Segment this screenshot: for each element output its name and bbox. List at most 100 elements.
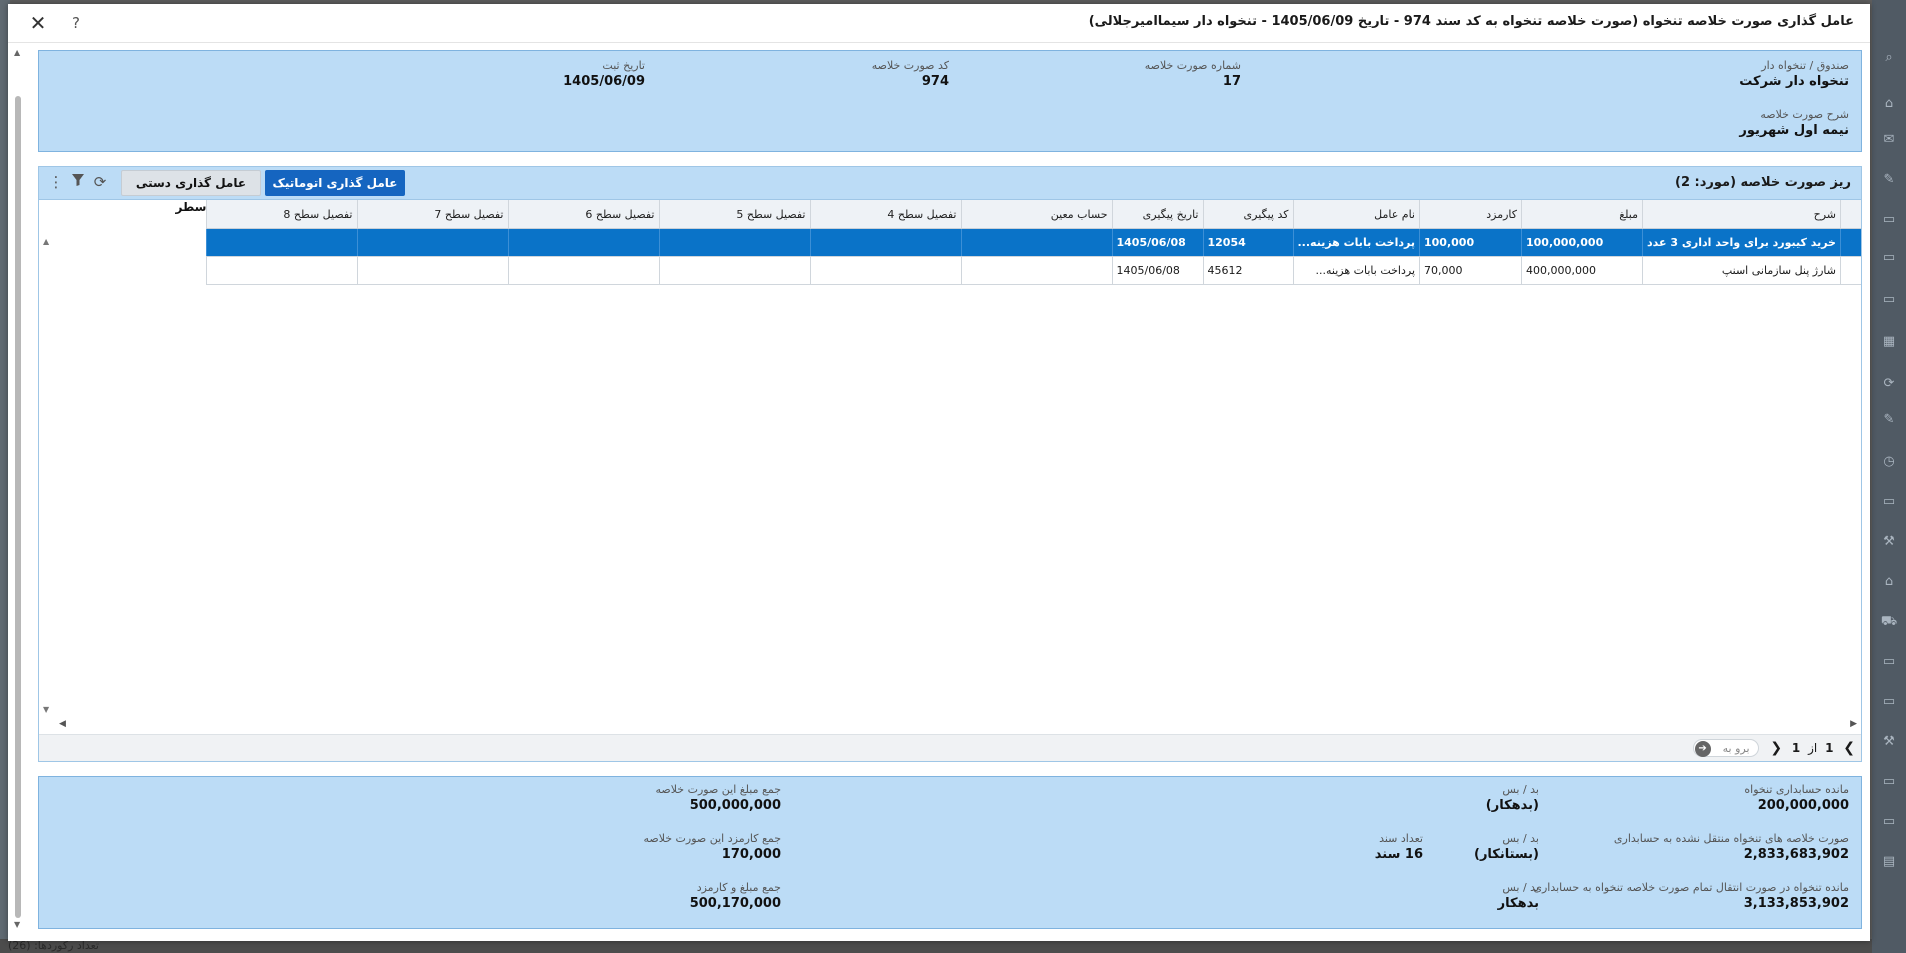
table-cell[interactable]: پرداخت بابات هزینه... (1292, 228, 1420, 257)
detail-grid: ریز صورت خلاصه (مورد: 2) عامل گذاری اتوم… (38, 166, 1862, 762)
summary-description-label: شرح صورت خلاصه (1760, 108, 1849, 121)
table-cell[interactable]: 1405/06/08 (1111, 256, 1203, 285)
scroll-left-arrow-icon[interactable]: ◀ (59, 719, 66, 729)
scroll-right-arrow-icon[interactable]: ▶ (1850, 719, 1857, 729)
grid-horizontal-scrollbar[interactable]: ◀ ▶ (55, 719, 1861, 731)
column-header[interactable]: کارمزد (1419, 200, 1522, 229)
goto-arrow-icon[interactable]: ➔ (1694, 741, 1711, 757)
column-header[interactable]: کد پیگیری (1202, 200, 1293, 229)
summary-header-panel: صندوق / تنخواه دار تنخواه دار شرکت شماره… (38, 50, 1862, 152)
acc-balance-value: 200,000,000 (1757, 798, 1849, 813)
manual-row-allocation-button[interactable]: عامل گذاری دستی سطر (121, 170, 261, 214)
close-icon[interactable]: ✕ (26, 11, 50, 35)
table-cell[interactable]: شارژ پنل سازمانی اسنپ (1642, 256, 1841, 285)
gavel-icon: ⚒ (1883, 534, 1895, 549)
sum-fee-value: 170,000 (721, 847, 781, 862)
dialog-vertical-scrollbar[interactable]: ▲ ▼ (12, 48, 24, 929)
goto-page-input[interactable]: برو به ➔ (1692, 739, 1759, 757)
chart-icon: ▤ (1882, 854, 1896, 869)
untransferred-value: 2,833,683,902 (1743, 847, 1849, 862)
pager-total-pages: 1 (1791, 741, 1801, 755)
register-date-value: 1405/06/09 (563, 74, 645, 89)
row-gutter[interactable] (1840, 256, 1861, 285)
column-header[interactable]: تاریخ پیگیری (1111, 200, 1203, 229)
table-cell[interactable] (205, 228, 357, 257)
column-header[interactable]: تفصیل سطح 7 (356, 200, 508, 229)
table-cell[interactable]: پرداخت بابات هزینه... (1292, 256, 1420, 285)
search-icon: ⌕ (1885, 50, 1893, 65)
dialog-title: عامل گذاری صورت خلاصه تنخواه (صورت خلاصه… (1088, 14, 1854, 29)
pen-icon: ✎ (1883, 412, 1895, 427)
table-cell[interactable] (809, 256, 961, 285)
table-row[interactable]: خرید کیبورد برای واحد اداری 3 عدد 100,00… (205, 228, 1861, 257)
column-header[interactable]: تفصیل سطح 4 (809, 200, 961, 229)
column-header[interactable]: مبلغ (1521, 200, 1643, 229)
table-cell[interactable] (960, 228, 1112, 257)
table-cell[interactable]: 70,000 (1419, 256, 1522, 285)
table-cell[interactable]: 1405/06/08 (1111, 228, 1203, 257)
table-cell[interactable] (658, 256, 810, 285)
pager-current-page: 1 (1825, 741, 1834, 755)
card-icon: ▭ (1882, 292, 1896, 307)
column-header[interactable]: تفصیل سطح 8 (205, 200, 357, 229)
column-header[interactable]: تفصیل سطح 5 (658, 200, 810, 229)
table-cell[interactable] (356, 228, 508, 257)
summary-number-field: شماره صورت خلاصه 17 (1145, 59, 1241, 89)
final-balance-value: 3,133,853,902 (1743, 896, 1849, 911)
card-icon: ▭ (1882, 814, 1896, 829)
table-cell[interactable]: 100,000,000 (1521, 228, 1643, 257)
sum-amount-label: جمع مبلغ این صورت خلاصه (655, 783, 782, 796)
table-cell[interactable]: 45612 (1202, 256, 1293, 285)
column-header[interactable]: نام عامل (1292, 200, 1420, 229)
row-gutter-header (1840, 200, 1861, 229)
scroll-down-arrow-icon[interactable]: ▼ (14, 920, 20, 929)
summary-code-value: 974 (921, 74, 949, 89)
table-cell[interactable] (507, 228, 659, 257)
table-cell[interactable]: 400,000,000 (1521, 256, 1643, 285)
pager-next-icon[interactable]: ❮ (1770, 740, 1782, 756)
doc-count-value: 16 سند (1374, 847, 1423, 862)
column-header[interactable]: شرح (1642, 200, 1841, 229)
car-icon: ⛟ (1880, 614, 1898, 629)
table-cell[interactable]: 100,000 (1419, 228, 1522, 257)
table-cell[interactable]: خرید کیبورد برای واحد اداری 3 عدد (1642, 228, 1841, 257)
card-icon: ▭ (1882, 494, 1896, 509)
final-dc-value: بدهکار (1497, 896, 1539, 911)
acc-balance-dc-value: (بدهکار) (1485, 798, 1539, 813)
column-header[interactable]: حساب معین (960, 200, 1112, 229)
refresh-icon[interactable]: ⟳ (91, 173, 109, 191)
scroll-up-arrow-icon[interactable]: ▲ (14, 48, 20, 57)
filter-icon[interactable] (69, 173, 87, 191)
auto-allocation-button[interactable]: عامل گذاری اتوماتیک (265, 170, 405, 196)
untransferred-dc-label: بد / بس (1502, 832, 1539, 845)
table-row[interactable]: شارژ پنل سازمانی اسنپ 400,000,000 70,000… (205, 256, 1861, 285)
pager-prev-icon[interactable]: ❯ (1843, 740, 1855, 756)
register-date-label: تاریخ ثبت (602, 59, 645, 72)
scrollbar-thumb[interactable] (15, 96, 21, 918)
sum-amount-value: 500,000,000 (689, 798, 781, 813)
row-gutter[interactable] (1840, 228, 1861, 257)
final-dc-label: بد / بس (1502, 881, 1539, 894)
table-cell[interactable] (356, 256, 508, 285)
fund-label: صندوق / تنخواه دار (1761, 59, 1849, 72)
card-icon: ▭ (1882, 774, 1896, 789)
table-cell[interactable]: 12054 (1202, 228, 1293, 257)
table-cell[interactable] (809, 228, 961, 257)
help-icon[interactable]: ? (64, 11, 88, 35)
summary-number-label: شماره صورت خلاصه (1144, 59, 1241, 72)
more-menu-icon[interactable]: ⋮ (47, 173, 65, 191)
fund-field: صندوق / تنخواه دار تنخواه دار شرکت (1739, 59, 1849, 89)
grid-scroll-down-icon[interactable]: ▼ (43, 705, 49, 714)
table-cell[interactable] (658, 228, 810, 257)
history-icon: ◷ (1883, 454, 1895, 469)
table-cell[interactable] (960, 256, 1112, 285)
register-date-field: تاریخ ثبت 1405/06/09 (563, 59, 645, 89)
table-cell[interactable] (507, 256, 659, 285)
column-header[interactable]: تفصیل سطح 6 (507, 200, 659, 229)
untransferred-label: صورت خلاصه های تنخواه منتقل نشده به حساب… (1613, 832, 1849, 845)
table-cell[interactable] (205, 256, 357, 285)
sum-total-field: جمع مبلغ و کارمزد 500,170,000 (690, 881, 781, 911)
building-icon: ▦ (1882, 334, 1896, 349)
untransferred-dc-field: بد / بس (بستانکار) (1474, 832, 1539, 862)
grid-scroll-up-icon[interactable]: ▲ (43, 237, 49, 246)
